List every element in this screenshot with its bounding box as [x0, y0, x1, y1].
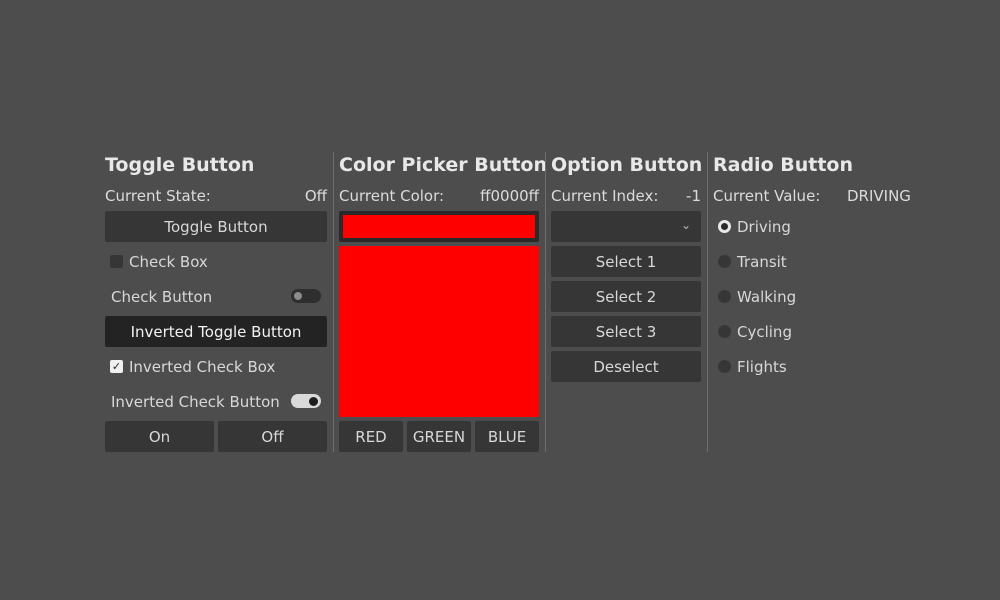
radio-option-transit[interactable]: Transit	[718, 246, 787, 277]
current-color-label: Current Color:	[339, 187, 445, 205]
switch-knob	[309, 396, 318, 406]
radio-section-title: Radio Button	[713, 154, 853, 176]
inverted-toggle-button[interactable]: Inverted Toggle Button	[105, 316, 327, 347]
toggle-section-title: Toggle Button	[105, 154, 255, 176]
radio-option-cycling[interactable]: Cycling	[718, 316, 792, 347]
chevron-down-icon: ⌄	[680, 218, 691, 232]
radio-indicator	[718, 220, 731, 233]
color-status-row: Current Color: ff0000ff	[339, 187, 539, 207]
radio-indicator	[718, 255, 731, 268]
blue-button[interactable]: BLUE	[475, 421, 539, 452]
inverted-check-button-label: Inverted Check Button	[111, 392, 280, 411]
column-divider	[333, 152, 334, 452]
current-state-value: Off	[304, 187, 327, 205]
radio-option-label: Walking	[737, 287, 797, 306]
select-2-button[interactable]: Select 2	[551, 281, 701, 312]
check-box-indicator	[110, 255, 123, 268]
check-button-label: Check Button	[111, 287, 213, 306]
radio-option-label: Driving	[737, 217, 791, 236]
radio-option-driving[interactable]: Driving	[718, 211, 791, 242]
inverted-check-box-label: Inverted Check Box	[129, 357, 276, 376]
current-index-value: -1	[686, 187, 701, 205]
radio-option-label: Cycling	[737, 322, 792, 341]
column-divider	[707, 152, 708, 452]
toggle-state-row: Current State: Off	[105, 187, 327, 207]
option-dropdown[interactable]: ⌄	[551, 211, 701, 242]
option-section-title: Option Button	[551, 154, 703, 176]
select-1-button[interactable]: Select 1	[551, 246, 701, 277]
radio-option-flights[interactable]: Flights	[718, 351, 787, 382]
current-value: DRIVING	[847, 187, 911, 205]
current-value-label: Current Value:	[713, 187, 821, 205]
red-button[interactable]: RED	[339, 421, 403, 452]
color-preview-rect	[339, 246, 539, 417]
radio-option-label: Flights	[737, 357, 787, 376]
current-state-label: Current State:	[105, 187, 211, 205]
current-index-label: Current Index:	[551, 187, 659, 205]
option-status-row: Current Index: -1	[551, 187, 701, 207]
deselect-button[interactable]: Deselect	[551, 351, 701, 382]
check-box-label: Check Box	[129, 252, 208, 271]
green-button[interactable]: GREEN	[407, 421, 471, 452]
current-color-value: ff0000ff	[480, 187, 539, 205]
column-divider	[545, 152, 546, 452]
radio-indicator	[718, 290, 731, 303]
inverted-check-button[interactable]: Inverted Check Button	[111, 386, 321, 417]
radio-option-walking[interactable]: Walking	[718, 281, 796, 312]
color-swatch	[343, 215, 535, 238]
color-picker-button[interactable]	[339, 211, 539, 242]
radio-status-row: Current Value: DRIVING	[713, 187, 933, 207]
on-button[interactable]: On	[105, 421, 214, 452]
radio-indicator	[718, 360, 731, 373]
check-box[interactable]: Check Box	[110, 246, 208, 277]
inverted-check-box[interactable]: ✓ Inverted Check Box	[110, 351, 275, 382]
toggle-button[interactable]: Toggle Button	[105, 211, 327, 242]
switch-knob	[294, 292, 302, 300]
radio-indicator	[718, 325, 731, 338]
check-button-switch[interactable]	[291, 289, 321, 303]
off-button[interactable]: Off	[218, 421, 327, 452]
radio-option-label: Transit	[737, 252, 787, 271]
color-section-title: Color Picker Button	[339, 154, 547, 176]
inverted-check-button-switch[interactable]	[291, 394, 321, 408]
select-3-button[interactable]: Select 3	[551, 316, 701, 347]
check-button[interactable]: Check Button	[111, 281, 321, 312]
inverted-check-box-indicator: ✓	[110, 360, 123, 373]
